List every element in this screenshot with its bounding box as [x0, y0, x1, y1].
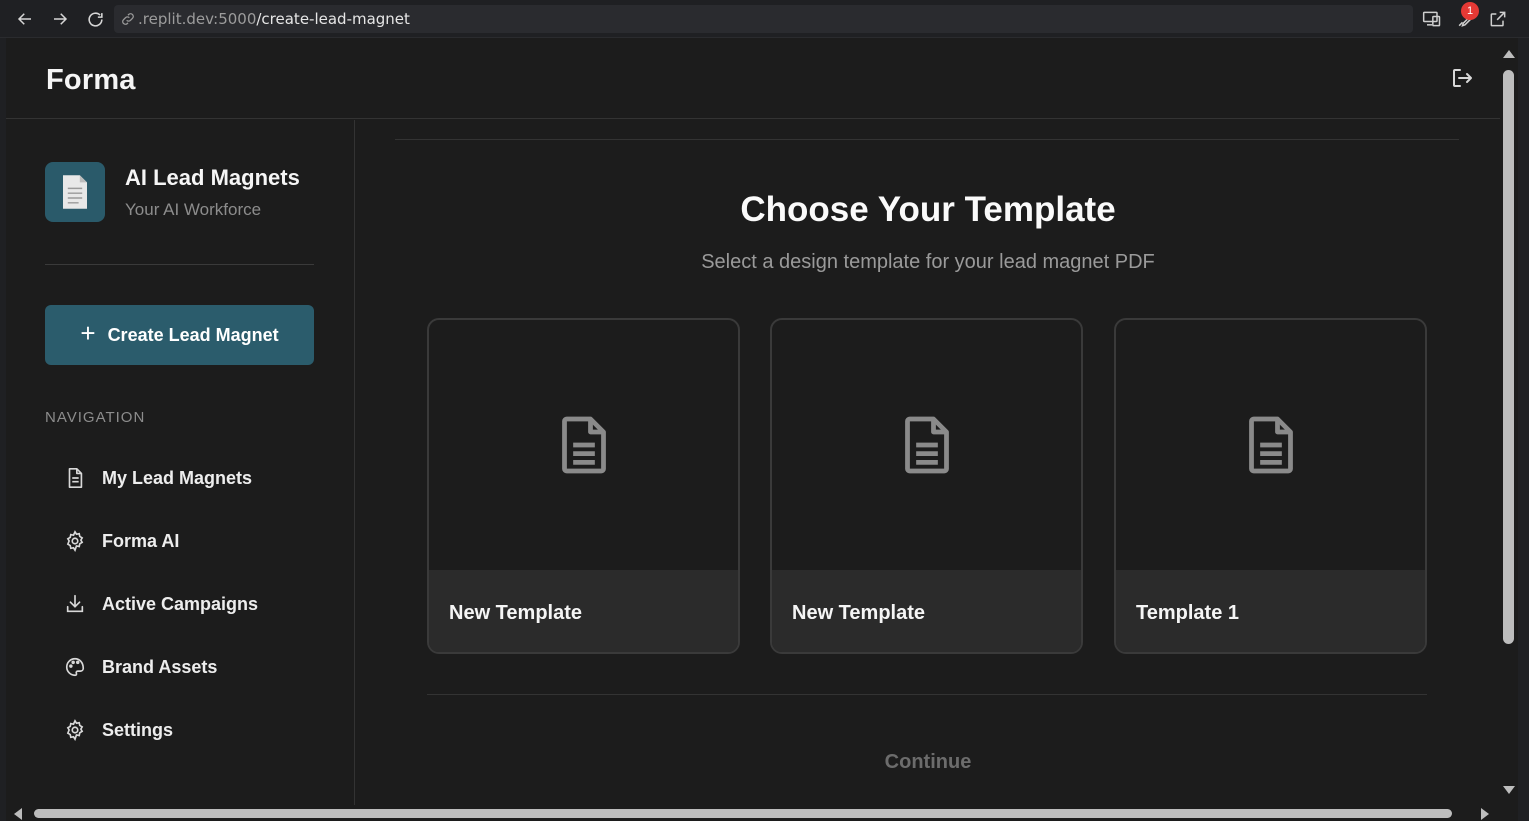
link-icon — [122, 13, 134, 25]
divider — [45, 264, 314, 265]
template-name: New Template — [772, 570, 1081, 652]
brand-logo-text[interactable]: Forma — [46, 64, 136, 97]
page-subtitle: Select a design template for your lead m… — [701, 251, 1155, 273]
sidebar-item-my-lead-magnets[interactable]: My Lead Magnets — [64, 458, 324, 498]
plus-icon: + — [80, 318, 96, 348]
nav-heading: NAVIGATION — [45, 409, 146, 426]
sidebar-item-label: Settings — [102, 719, 174, 740]
vertical-scrollbar[interactable] — [1500, 38, 1518, 805]
create-lead-magnet-button[interactable]: + Create Lead Magnet — [45, 305, 314, 365]
gear-icon — [66, 530, 84, 552]
sidebar-item-label: Brand Assets — [102, 656, 218, 677]
logout-icon[interactable] — [1450, 66, 1474, 90]
palette-icon — [66, 657, 85, 677]
sidebar-item-label: My Lead Magnets — [102, 467, 253, 488]
template-card[interactable]: Template 1 — [1114, 318, 1427, 654]
sidebar-item-label: Forma AI — [102, 530, 180, 551]
url-domain: .replit.dev:5000 — [138, 10, 257, 28]
file-text-icon — [561, 416, 606, 474]
main-content: Choose Your Template Select a design tem… — [356, 120, 1500, 805]
template-name: New Template — [429, 570, 738, 652]
divider — [395, 139, 1459, 140]
url-path: /create-lead-magnet — [256, 10, 410, 28]
divider — [427, 694, 1427, 695]
scroll-right-arrow-icon[interactable] — [1481, 808, 1489, 820]
forward-arrow-icon[interactable] — [49, 8, 71, 30]
app-window: Forma AI Lead Magnets Your AI Workforce … — [6, 38, 1500, 805]
open-external-icon[interactable] — [1488, 9, 1510, 29]
devices-icon[interactable] — [1422, 9, 1444, 29]
template-card[interactable]: New Template — [770, 318, 1083, 654]
template-preview — [429, 320, 738, 570]
create-button-label: Create Lead Magnet — [107, 324, 279, 345]
product-subtitle: Your AI Workforce — [125, 200, 262, 219]
scroll-up-arrow-icon[interactable] — [1503, 50, 1515, 58]
address-bar[interactable]: .replit.dev:5000/create-lead-magnet — [114, 5, 1413, 33]
document-icon — [68, 468, 83, 488]
sidebar-item-settings[interactable]: Settings — [64, 710, 324, 750]
app-header: Forma — [6, 38, 1500, 119]
back-arrow-icon[interactable] — [14, 8, 36, 30]
continue-button[interactable]: Continue — [356, 751, 1500, 774]
browser-toolbar: .replit.dev:5000/create-lead-magnet 1 — [0, 0, 1529, 38]
sidebar-item-active-campaigns[interactable]: Active Campaigns — [64, 584, 324, 624]
file-text-icon — [904, 416, 949, 474]
template-card[interactable]: New Template — [427, 318, 740, 654]
file-text-icon — [1248, 416, 1293, 474]
sidebar-item-forma-ai[interactable]: Forma AI — [64, 521, 324, 561]
product-title: AI Lead Magnets — [125, 165, 300, 190]
sidebar: AI Lead Magnets Your AI Workforce + Crea… — [6, 120, 355, 805]
gear-icon — [66, 719, 84, 741]
download-icon — [66, 594, 84, 613]
scroll-thumb[interactable] — [34, 809, 1452, 818]
scroll-down-arrow-icon[interactable] — [1503, 786, 1515, 794]
page-title: Choose Your Template — [740, 190, 1116, 229]
scroll-thumb[interactable] — [1503, 70, 1514, 644]
template-preview — [772, 320, 1081, 570]
horizontal-scrollbar[interactable] — [6, 805, 1500, 821]
document-icon — [45, 162, 105, 222]
notification-badge: 1 — [1461, 2, 1479, 20]
sidebar-item-brand-assets[interactable]: Brand Assets — [64, 647, 324, 687]
sidebar-item-label: Active Campaigns — [102, 593, 259, 614]
window-edge — [1518, 38, 1529, 821]
reload-icon[interactable] — [84, 8, 106, 30]
template-name: Template 1 — [1116, 570, 1425, 652]
scroll-left-arrow-icon[interactable] — [14, 808, 22, 820]
template-preview — [1116, 320, 1425, 570]
